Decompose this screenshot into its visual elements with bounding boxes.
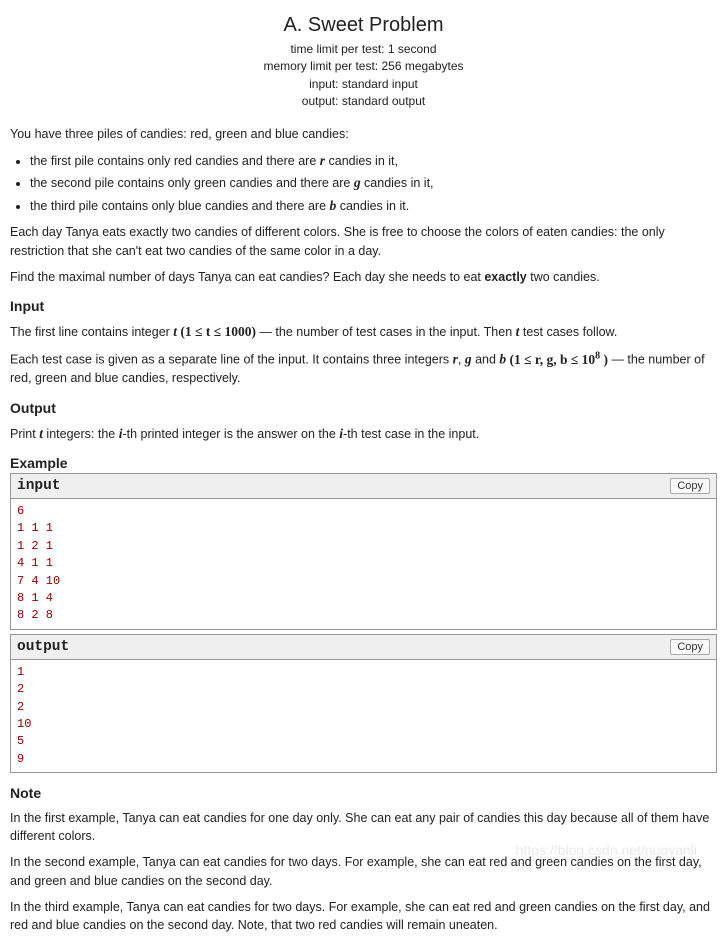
problem-title: A. Sweet Problem <box>10 14 717 37</box>
text: and <box>472 353 500 367</box>
input-desc-2: Each test case is given as a separate li… <box>10 349 717 387</box>
text: integers: the <box>43 427 119 441</box>
output-desc: Print t integers: the i-th printed integ… <box>10 424 717 444</box>
piles-list: the first pile contains only red candies… <box>30 151 717 216</box>
intro-paragraph: You have three piles of candies: red, gr… <box>10 125 717 143</box>
note-paragraph: In the third example, Tanya can eat cand… <box>10 898 717 934</box>
question-paragraph: Find the maximal number of days Tanya ca… <box>10 268 717 286</box>
example-output-label: output <box>17 639 69 655</box>
bullet-text: candies in it, <box>325 154 398 168</box>
list-item: the third pile contains only blue candie… <box>30 196 717 216</box>
memory-limit: memory limit per test: 256 megabytes <box>10 58 717 75</box>
copy-output-button[interactable]: Copy <box>670 639 710 655</box>
output-section-title: Output <box>10 400 717 416</box>
bullet-text: the second pile contains only green cand… <box>30 176 354 190</box>
bullet-text: candies in it, <box>361 176 434 190</box>
bullet-text: the third pile contains only blue candie… <box>30 199 330 213</box>
input-desc-1: The first line contains integer t (1 ≤ t… <box>10 322 717 342</box>
output-mode: output: standard output <box>10 93 717 110</box>
text: Find the maximal number of days Tanya ca… <box>10 270 484 284</box>
bullet-text: the first pile contains only red candies… <box>30 154 320 168</box>
text: Each test case is given as a separate li… <box>10 353 453 367</box>
math-expr: (1 ≤ t ≤ 1000) <box>177 324 256 339</box>
example-input-label: input <box>17 478 61 494</box>
text: — the number of test cases in the input.… <box>256 325 516 339</box>
math-expr: (1 ≤ r, g, b ≤ 108 ) <box>506 352 608 367</box>
text: -th printed integer is the answer on the <box>122 427 339 441</box>
list-item: the first pile contains only red candies… <box>30 151 717 171</box>
text: -th test case in the input. <box>343 427 479 441</box>
text: two candies. <box>527 270 600 284</box>
text: Print <box>10 427 39 441</box>
example-section-title: Example <box>10 455 717 471</box>
limits-block: time limit per test: 1 second memory lim… <box>10 41 717 111</box>
note-paragraph: In the first example, Tanya can eat cand… <box>10 809 717 845</box>
example-output-data: 1 2 2 10 5 9 <box>11 660 716 772</box>
example-input-box: input Copy 6 1 1 1 1 2 1 4 1 1 7 4 10 8 … <box>10 473 717 630</box>
input-section-title: Input <box>10 298 717 314</box>
example-output-header: output Copy <box>11 635 716 660</box>
text: , <box>458 353 465 367</box>
math-var: g <box>354 175 361 190</box>
text: The first line contains integer <box>10 325 173 339</box>
example-output-box: output Copy 1 2 2 10 5 9 <box>10 634 717 773</box>
note-section-title: Note <box>10 785 717 801</box>
note-paragraph: In the second example, Tanya can eat can… <box>10 853 717 889</box>
rule-paragraph: Each day Tanya eats exactly two candies … <box>10 223 717 259</box>
bullet-text: candies in it. <box>336 199 409 213</box>
math-var: g <box>465 352 472 367</box>
example-input-data: 6 1 1 1 1 2 1 4 1 1 7 4 10 8 1 4 8 2 8 <box>11 499 716 629</box>
list-item: the second pile contains only green cand… <box>30 173 717 193</box>
emphasis: exactly <box>484 270 526 284</box>
time-limit: time limit per test: 1 second <box>10 41 717 58</box>
input-mode: input: standard input <box>10 76 717 93</box>
copy-input-button[interactable]: Copy <box>670 478 710 494</box>
example-input-header: input Copy <box>11 474 716 499</box>
text: test cases follow. <box>519 325 617 339</box>
